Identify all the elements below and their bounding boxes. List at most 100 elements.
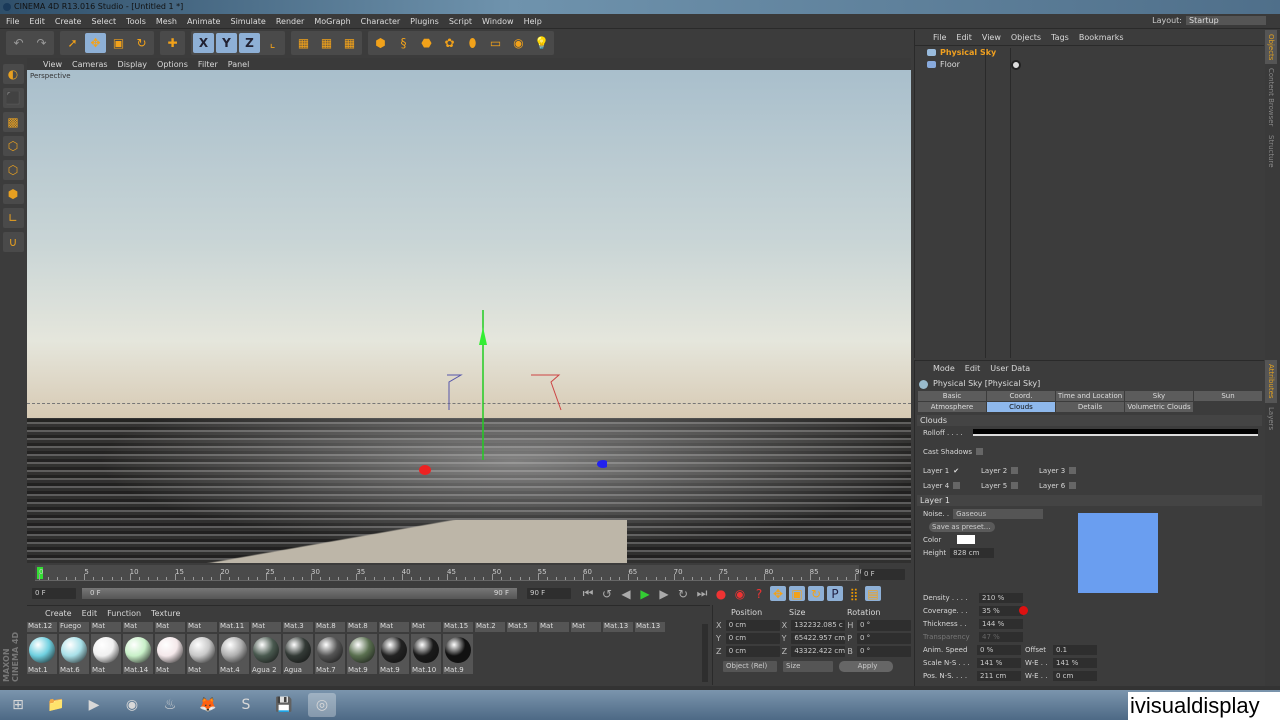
menu-character[interactable]: Character [361,17,401,26]
menu-tools[interactable]: Tools [126,17,146,26]
camera-icon[interactable]: ◉ [508,33,529,53]
steam-icon[interactable]: ♨ [156,693,184,717]
end-frame-field[interactable]: 90 F [527,588,571,599]
start-frame-field[interactable]: 0 F [32,588,76,599]
go-to-start-icon[interactable]: ⏮ [580,586,596,601]
layer-checkbox[interactable] [1069,482,1077,489]
magnet-icon[interactable]: ∪ [2,232,24,252]
material-header[interactable]: Mat [379,622,409,632]
material-swatch[interactable]: Mat.14 [123,634,153,674]
material-header[interactable]: Mat.12 [27,622,57,632]
apply-button[interactable]: Apply [839,661,893,672]
position-field[interactable]: 0 cm [725,633,780,644]
attribute-menu-mode[interactable]: Mode [933,364,955,377]
coverage-field[interactable]: 35 % [979,605,1023,616]
layer-checkbox[interactable] [953,482,961,489]
spline-icon[interactable]: § [393,33,414,53]
object-row[interactable]: Physical Sky [915,46,1264,58]
menu-help[interactable]: Help [524,17,542,26]
color-swatch[interactable] [957,535,976,544]
media-player-icon[interactable]: ▶ [80,693,108,717]
material-header[interactable]: Mat.13 [603,622,633,632]
edges-mode-icon[interactable]: ⬡ [2,160,24,180]
anim-speed-field[interactable]: 0 % [977,644,1021,655]
size-field[interactable]: 65422.957 cm [791,633,846,644]
tab-volumetric-clouds[interactable]: Volumetric Clouds [1125,402,1193,412]
sky-object-gizmo[interactable] [407,300,607,480]
offset-field[interactable]: 0.1 [1053,644,1097,655]
firefox-icon[interactable]: 🦊 [194,693,222,717]
rotation-field[interactable]: 0 ° [857,620,911,631]
add-icon[interactable]: ✚ [162,33,183,53]
sky-tag-icon[interactable] [1011,60,1021,70]
key-parameter-icon[interactable]: P [827,586,843,601]
material-header[interactable]: Mat [155,622,185,632]
layer-checkbox[interactable] [1011,482,1019,489]
material-header[interactable]: Fuego [59,622,89,632]
render-picture-viewer-icon[interactable]: ▦ [316,33,337,53]
object-menu-view[interactable]: View [982,33,1001,45]
material-swatch[interactable]: Mat.10 [411,634,441,674]
viewport-menu-cameras[interactable]: Cameras [72,60,108,69]
material-header[interactable]: Mat.13 [635,622,665,632]
side-tab-objects[interactable]: Objects [1265,30,1277,65]
tab-clouds[interactable]: Clouds [987,402,1055,412]
move-icon[interactable]: ✥ [85,33,106,53]
cast-shadows-checkbox[interactable] [976,448,984,455]
object-menu-edit[interactable]: Edit [956,33,972,45]
pos-we-field[interactable]: 0 cm [1053,670,1097,681]
object-menu-tags[interactable]: Tags [1051,33,1069,45]
material-header[interactable]: Mat [91,622,121,632]
z-axis-icon[interactable]: Z [239,33,260,53]
thickness-field[interactable]: 144 % [979,618,1023,629]
rotation-field[interactable]: 0 ° [857,646,911,657]
position-field[interactable]: 0 cm [725,646,780,657]
play-icon[interactable]: ▶ [637,586,653,601]
render-view-icon[interactable]: ▦ [293,33,314,53]
keyframe-selection-icon[interactable]: ? [751,586,767,601]
viewport-menu-options[interactable]: Options [157,60,188,69]
layer-checkbox[interactable] [1069,467,1077,474]
material-swatch[interactable]: Mat.4 [219,634,249,674]
viewport[interactable]: Perspective [27,70,911,563]
material-swatch[interactable]: Mat.7 [315,634,345,674]
material-header[interactable]: Mat [571,622,601,632]
side-tab-structure[interactable]: Structure [1265,131,1277,172]
menu-animate[interactable]: Animate [187,17,221,26]
floor-icon[interactable]: ▭ [485,33,506,53]
material-swatch[interactable]: Mat [155,634,185,674]
tab-sun[interactable]: Sun [1194,391,1262,401]
viewport-menu-filter[interactable]: Filter [198,60,218,69]
loop-icon[interactable]: ↺ [599,586,615,601]
object-name[interactable]: Floor [940,60,960,69]
size-mode-dropdown[interactable]: Size [783,661,833,672]
save-as-preset-button[interactable]: Save as preset... [929,521,995,532]
scale-icon[interactable]: ▣ [108,33,129,53]
model-mode-icon[interactable]: ⬛ [2,88,24,108]
material-menu-function[interactable]: Function [107,609,141,620]
explorer-icon[interactable]: 📁 [42,693,70,717]
tab-coord-[interactable]: Coord. [987,391,1055,401]
material-header[interactable]: Mat.5 [507,622,537,632]
material-swatch[interactable]: Mat.6 [59,634,89,674]
material-swatch[interactable]: Mat.9 [347,634,377,674]
menu-simulate[interactable]: Simulate [230,17,265,26]
attribute-menu-edit[interactable]: Edit [965,364,981,377]
material-header[interactable]: Mat [539,622,569,632]
material-header[interactable]: Mat.8 [315,622,345,632]
viewport-menu-view[interactable]: View [43,60,62,69]
viewport-menu-display[interactable]: Display [118,60,148,69]
make-editable-icon[interactable]: ◐ [2,64,24,84]
key-rotation-icon[interactable]: ↻ [808,586,824,601]
object-menu-objects[interactable]: Objects [1011,33,1041,45]
rolloff-gradient[interactable] [972,429,1258,436]
material-swatch[interactable]: Mat.9 [379,634,409,674]
viewport-menu-panel[interactable]: Panel [228,60,250,69]
object-menu-file[interactable]: File [933,33,946,45]
menu-create[interactable]: Create [55,17,82,26]
coordinate-system-icon[interactable]: ⌞ [262,33,283,53]
height-field[interactable]: 828 cm [950,547,995,558]
object-row[interactable]: Floor [915,58,1264,70]
y-axis-icon[interactable]: Y [216,33,237,53]
save-icon[interactable]: 💾 [270,693,298,717]
